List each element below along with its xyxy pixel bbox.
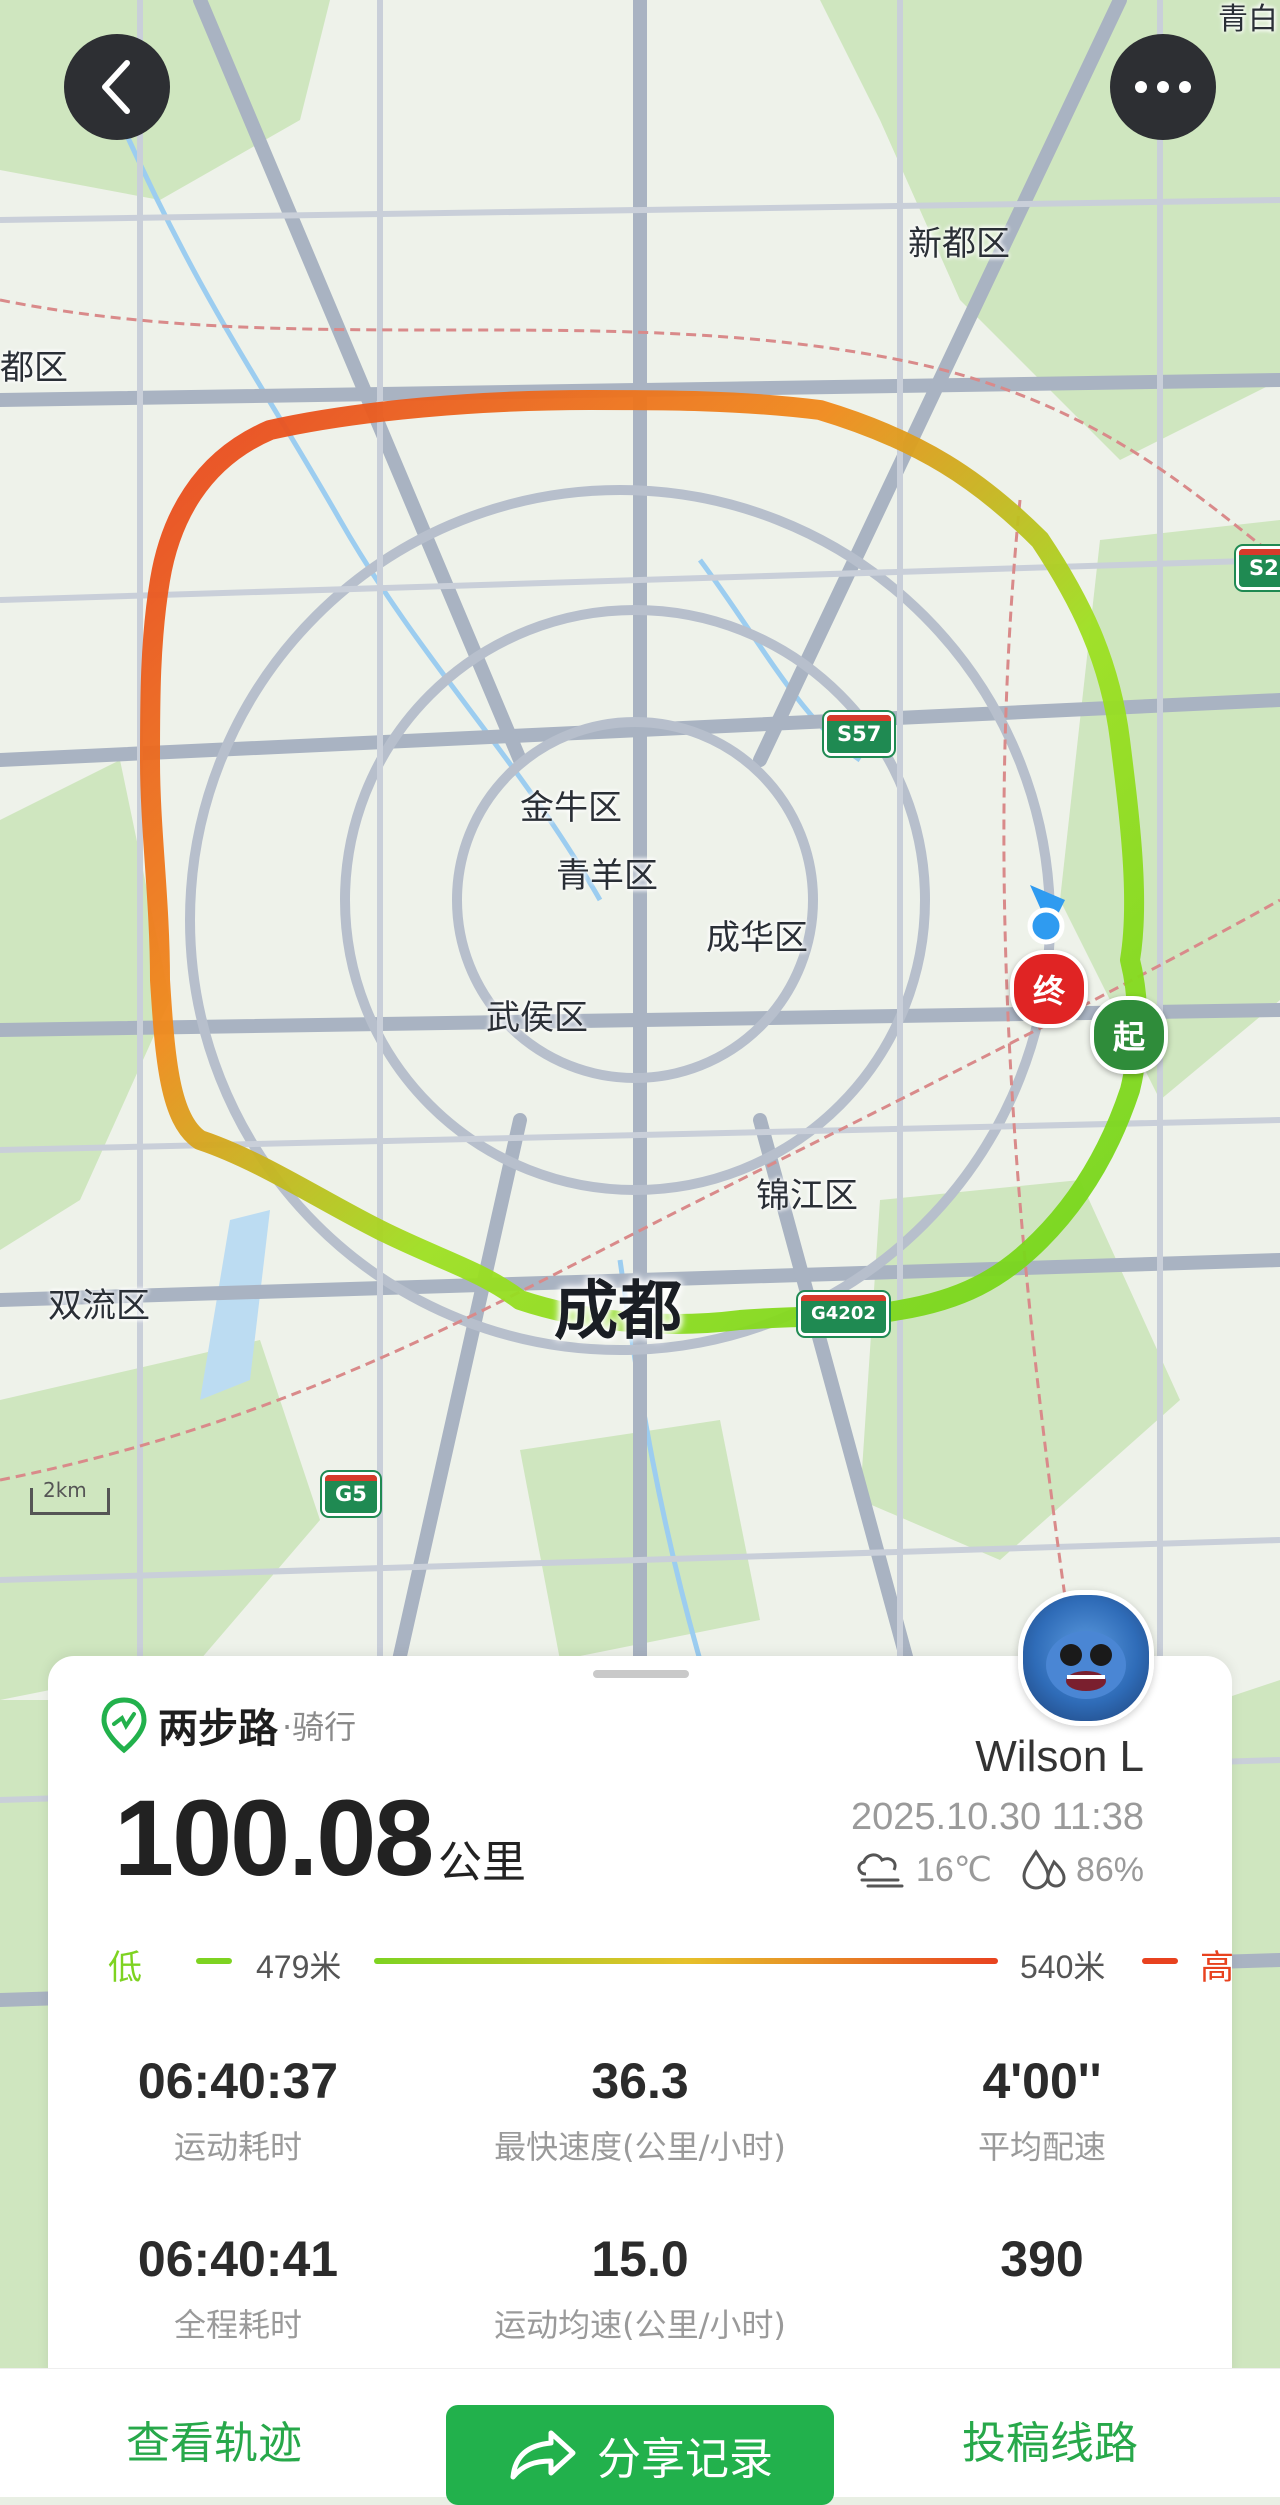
stat-avg-speed: 15.0 <box>591 2231 689 2287</box>
stat-moving-time: 06:40:37 <box>137 2053 339 2109</box>
highway-shield-s57: S57 <box>824 712 895 756</box>
district-label-shuangliu: 双流区 <box>48 1286 150 1326</box>
humidity-icon <box>1022 1849 1066 1890</box>
share-arrow-icon <box>510 2430 576 2480</box>
stat-third: 390 <box>1000 2231 1084 2287</box>
stat-avg-pace: 4'00'' <box>982 2053 1102 2109</box>
elevation-high-dash <box>1142 1958 1178 1964</box>
brand-logo-icon <box>101 1697 147 1754</box>
district-label-qingyang: 青羊区 <box>556 856 658 896</box>
chevron-left-icon <box>102 60 130 114</box>
district-label-chenghua: 成华区 <box>706 918 808 958</box>
avatar-image <box>1046 1631 1126 1699</box>
humidity: 86% <box>1075 1850 1144 1889</box>
district-label-pidu: 都区 <box>0 348 68 388</box>
record-time: 2025.10.30 11:38 <box>850 1796 1144 1838</box>
elevation-legend: 低 479米 540米 高 <box>96 1934 1234 1988</box>
user-name: Wilson L <box>975 1732 1144 1781</box>
stat-max-speed: 36.3 <box>591 2053 689 2109</box>
elevation-low-value: 479米 <box>256 1949 342 1985</box>
elevation-high-label: 高 <box>1200 1948 1234 1988</box>
elevation-low-label: 低 <box>108 1948 142 1988</box>
view-track-button[interactable]: 查看轨迹 <box>126 2407 302 2471</box>
start-marker: 起 <box>1090 996 1168 1074</box>
stat-avg-speed-label: 运动均速(公里/小时) <box>494 2306 786 2344</box>
bottom-action-bar: 查看轨迹 分享记录 投稿线路 <box>0 2368 1280 2505</box>
elevation-low-dash <box>196 1958 232 1964</box>
share-record-button[interactable]: 分享记录 <box>446 2405 834 2505</box>
highway-shield-s2: S2 <box>1236 546 1280 590</box>
more-dots-icon <box>1135 81 1191 93</box>
map-scale: 2km <box>30 1478 110 1515</box>
ride-summary-card: 两步路 ·骑行 100.08 公里 Wilson L 2025.10.30 11… <box>48 1656 1234 2376</box>
back-button[interactable] <box>64 34 170 140</box>
stat-max-speed-label: 最快速度(公里/小时) <box>494 2128 786 2166</box>
brand-name: 两步路 <box>158 1706 278 1752</box>
activity-type: ·骑行 <box>282 1708 357 1746</box>
user-avatar[interactable] <box>1018 1590 1154 1726</box>
weather: 16℃ 86% <box>852 1848 1144 1892</box>
district-label-jinniu: 金牛区 <box>520 788 622 828</box>
elevation-high-value: 540米 <box>1020 1949 1106 1985</box>
cloudy-weather-icon <box>857 1853 904 1888</box>
drag-handle[interactable] <box>593 1670 689 1678</box>
highway-shield-g5: G5 <box>322 1472 380 1516</box>
temperature: 16℃ <box>915 1851 992 1889</box>
distance-unit: 公里 <box>438 1837 526 1888</box>
district-label-jinjiang: 锦江区 <box>756 1176 858 1216</box>
district-label-xindu: 新都区 <box>908 224 1010 264</box>
end-marker: 终 <box>1010 950 1088 1028</box>
district-label-qingbai: 青白 <box>1218 2 1278 37</box>
share-record-label: 分享记录 <box>597 2434 773 2485</box>
stat-moving-time-label: 运动耗时 <box>173 2128 302 2166</box>
highway-shield-g4202: G4202 <box>798 1292 889 1336</box>
city-label: 成都 <box>554 1275 682 1349</box>
stat-avg-pace-label: 平均配速 <box>977 2128 1106 2166</box>
stat-total-time: 06:40:41 <box>137 2231 339 2287</box>
district-label-wuhou: 武侯区 <box>486 998 588 1038</box>
elevation-gradient-bar <box>374 1958 998 1964</box>
brand: 两步路 ·骑行 <box>100 1696 356 1754</box>
more-button[interactable] <box>1110 34 1216 140</box>
distance-value: 100.08 <box>114 1777 434 1898</box>
submit-route-button[interactable]: 投稿线路 <box>962 2407 1138 2471</box>
stat-total-time-label: 全程耗时 <box>173 2306 302 2344</box>
